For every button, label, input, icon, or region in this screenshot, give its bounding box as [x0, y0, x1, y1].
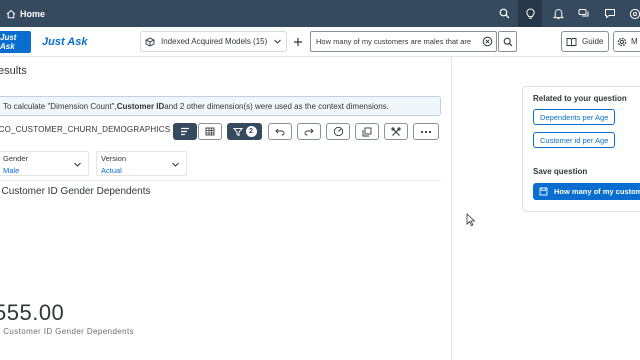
search-button[interactable] [498, 31, 517, 52]
chart-type-button[interactable] [326, 123, 350, 140]
related-link-dependents-per-age[interactable]: Dependents per Age [533, 109, 616, 125]
app-header: Just Ask Just Ask Indexed Acquired Model… [0, 27, 640, 57]
chevron-down-icon [274, 39, 281, 44]
redo-icon [304, 128, 314, 136]
panel-divider [451, 57, 452, 360]
filter-icon [232, 127, 243, 136]
app-title: Just Ask [42, 36, 88, 48]
undo-icon [275, 128, 285, 136]
bell-icon[interactable] [547, 0, 569, 27]
save-question-heading: Save question [533, 167, 588, 176]
cube-icon [145, 36, 155, 47]
add-button[interactable] [290, 31, 306, 52]
dimension-filter-gender[interactable]: Gender Male [0, 151, 89, 176]
results-title: esults [0, 65, 27, 77]
view-table-button[interactable] [198, 123, 222, 140]
settings-label: M [631, 37, 638, 46]
settings-button[interactable]: M [613, 31, 640, 52]
redo-button[interactable] [297, 123, 321, 140]
info-message-strip: To calculate "Dimension Count", Customer… [0, 96, 441, 116]
guide-label: Guide [582, 37, 604, 46]
model-select-value: Indexed Acquired Models (15) [161, 37, 268, 46]
copy-button[interactable] [355, 123, 379, 140]
table-icon [205, 127, 215, 136]
kpi-label: t Customer ID Gender Dependents [0, 327, 135, 336]
feedback-icon[interactable] [599, 0, 621, 27]
help-icon[interactable] [624, 0, 640, 27]
message-bold: Customer ID [116, 101, 165, 111]
gauge-icon [333, 126, 343, 137]
divider [0, 180, 441, 181]
list-view-icon [181, 127, 189, 136]
search-icon [503, 37, 512, 46]
chart-title: t Customer ID Gender Dependents [0, 186, 151, 197]
kpi-value: 555.00 [0, 300, 65, 325]
related-link-customer-id-per-age[interactable]: Customer id per Age [533, 132, 616, 148]
shell-bar: Home [0, 0, 640, 27]
model-select[interactable]: Indexed Acquired Models (15) [140, 31, 287, 52]
save-icon [539, 187, 548, 196]
dimension-filter-version[interactable]: Version Actual [96, 151, 187, 176]
dataset-name: LCO_CUSTOMER_CHURN_DEMOGRAPHICS [0, 125, 171, 134]
message-suffix: and 2 other dimension(s) were used as th… [164, 101, 389, 111]
gear-icon [617, 37, 627, 46]
home-button[interactable]: Home [6, 0, 45, 27]
question-input-value: How many of my customers are males that … [316, 37, 472, 46]
chat-icon[interactable] [573, 0, 595, 27]
related-panel: Related to your question Dependents per … [522, 86, 640, 212]
guide-button[interactable]: Guide [561, 31, 609, 52]
home-label: Home [20, 8, 46, 19]
copy-icon [362, 127, 372, 136]
just-ask-badge[interactable]: Just Ask [0, 31, 31, 53]
tools-icon [391, 126, 401, 136]
mouse-cursor-icon [466, 213, 476, 227]
plus-icon [294, 37, 302, 46]
related-heading: Related to your question [533, 94, 627, 103]
lightbulb-icon[interactable] [518, 0, 542, 27]
filter-count-badge: 2 [245, 126, 257, 137]
chevron-down-icon [172, 162, 179, 167]
filter-button[interactable]: 2 [227, 123, 262, 140]
question-input[interactable]: How many of my customers are males that … [310, 31, 497, 52]
chevron-down-icon [74, 162, 81, 167]
more-options-button[interactable] [413, 123, 439, 140]
save-question-button[interactable]: How many of my custom [533, 183, 640, 200]
clear-icon[interactable] [482, 36, 493, 47]
search-icon[interactable] [493, 0, 515, 27]
guide-icon [566, 37, 577, 47]
undo-button[interactable] [268, 123, 292, 140]
message-prefix: To calculate "Dimension Count", [3, 101, 117, 111]
tools-button[interactable] [384, 123, 408, 140]
save-question-label: How many of my custom [554, 187, 640, 196]
view-list-button[interactable] [173, 123, 197, 140]
home-icon [6, 9, 16, 18]
overflow-icon [420, 130, 432, 133]
